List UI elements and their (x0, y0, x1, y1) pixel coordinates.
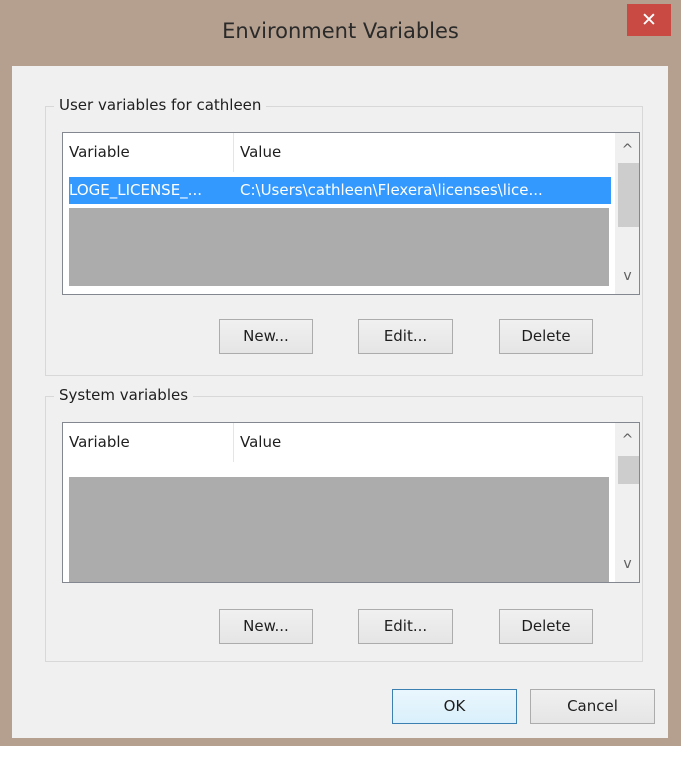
close-icon: ✕ (641, 9, 657, 31)
scroll-down-icon[interactable]: v (615, 553, 639, 575)
column-header-value[interactable]: Value (233, 133, 611, 172)
system-new-button[interactable]: New... (219, 609, 313, 644)
user-delete-button[interactable]: Delete (499, 319, 593, 354)
user-new-button[interactable]: New... (219, 319, 313, 354)
close-button[interactable]: ✕ (627, 4, 671, 36)
scroll-thumb[interactable] (618, 163, 639, 227)
environment-variables-window: Environment Variables ✕ User variables f… (0, 0, 681, 746)
column-header-value[interactable]: Value (233, 423, 611, 462)
column-header-variable[interactable]: Variable (63, 423, 233, 462)
redacted-rows (69, 208, 609, 286)
row-variable: LOGE_LICENSE_... (69, 181, 202, 199)
system-variables-group: System variables Variable Value ^ v New.… (45, 386, 643, 662)
system-variables-group-label: System variables (54, 386, 194, 404)
user-variables-list[interactable]: Variable Value LOGE_LICENSE_... C:\Users… (62, 132, 640, 295)
dialog-client-area: User variables for cathleen Variable Val… (12, 66, 668, 738)
system-variables-list[interactable]: Variable Value ^ v (62, 422, 640, 583)
system-delete-button[interactable]: Delete (499, 609, 593, 644)
scroll-down-icon[interactable]: v (615, 265, 639, 287)
user-list-scrollbar[interactable]: ^ v (615, 133, 639, 294)
system-edit-button[interactable]: Edit... (358, 609, 453, 644)
window-title: Environment Variables (222, 19, 459, 43)
ok-button[interactable]: OK (392, 689, 517, 724)
title-bar[interactable]: Environment Variables ✕ (0, 0, 681, 66)
row-value: C:\Users\cathleen\Flexera\licenses\lice.… (240, 181, 543, 199)
user-variables-group-label: User variables for cathleen (54, 96, 267, 114)
cancel-button[interactable]: Cancel (530, 689, 655, 724)
scroll-thumb[interactable] (618, 456, 639, 484)
user-edit-button[interactable]: Edit... (358, 319, 453, 354)
system-list-scrollbar[interactable]: ^ v (615, 423, 639, 582)
scroll-up-icon[interactable]: ^ (615, 139, 639, 161)
list-item-selected[interactable]: LOGE_LICENSE_... C:\Users\cathleen\Flexe… (69, 177, 611, 204)
scroll-up-icon[interactable]: ^ (615, 429, 639, 451)
list-header: Variable Value (63, 423, 611, 462)
list-header: Variable Value (63, 133, 611, 172)
redacted-rows (69, 477, 609, 582)
user-variables-group: User variables for cathleen Variable Val… (45, 96, 643, 376)
column-header-variable[interactable]: Variable (63, 133, 233, 172)
